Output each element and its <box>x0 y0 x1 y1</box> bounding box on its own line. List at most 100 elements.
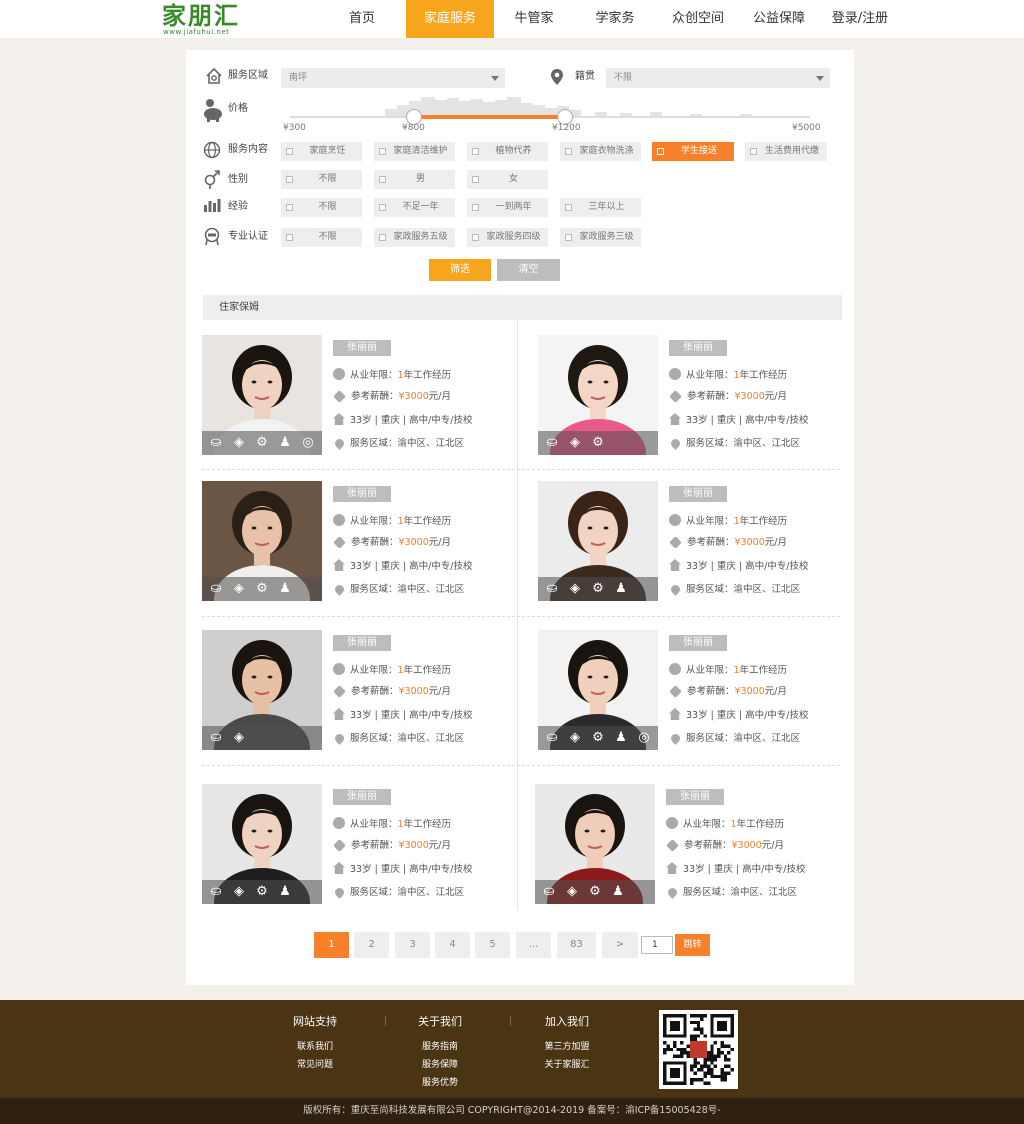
origin-select[interactable]: 不限 <box>606 68 830 88</box>
checkbox[interactable] <box>379 234 386 241</box>
page-5[interactable]: 5 <box>475 932 510 958</box>
page-1[interactable]: 1 <box>314 932 349 958</box>
caregiver-photo[interactable]: ⛀ ◈ ⚙ ♟ ◎ <box>202 335 322 455</box>
experience-option-under-1y[interactable]: 不足一年 <box>374 198 455 217</box>
caregiver-name[interactable]: 张丽丽 <box>333 789 391 805</box>
checkbox[interactable] <box>565 234 572 241</box>
experience-option-1-2y[interactable]: 一到两年 <box>467 198 548 217</box>
caregiver-card[interactable]: ⛀ ◈ ⚙ ♟ 张丽丽 从业年限：1年工作经历 参考薪酬：¥3000元/月 33岁 |… <box>538 481 858 603</box>
checkbox[interactable] <box>286 204 293 211</box>
content-option-cooking[interactable]: 家庭烹饪 <box>281 142 362 161</box>
cert-option-level-4[interactable]: 家政服务四级 <box>467 228 548 247</box>
cert-option-level-5[interactable]: 家政服务五级 <box>374 228 455 247</box>
price-range-slider[interactable] <box>290 95 810 135</box>
checkbox[interactable] <box>750 148 757 155</box>
caregiver-name[interactable]: 张丽丽 <box>333 340 391 356</box>
footer-link-guide[interactable]: 服务指南 <box>410 1038 470 1056</box>
experience-info: 从业年限：1年工作经历 <box>333 514 451 529</box>
content-option-bill-payment[interactable]: 生活费用代缴 <box>745 142 827 161</box>
nav-coworking[interactable]: 众创空间 <box>656 0 740 38</box>
checkbox[interactable] <box>286 234 293 241</box>
caregiver-name[interactable]: 张丽丽 <box>333 486 391 502</box>
content-option-school-pickup[interactable]: 学生接送 <box>652 142 734 161</box>
content-option-plants[interactable]: 植物代养 <box>467 142 548 161</box>
checkbox[interactable] <box>472 148 479 155</box>
caregiver-photo[interactable]: ⛀ ◈ <box>202 630 322 750</box>
info-value: 渝中区、江北区 <box>733 438 801 449</box>
caregiver-photo[interactable]: ⛀ ◈ ⚙ ♟ <box>202 481 322 601</box>
caregiver-name[interactable]: 张丽丽 <box>669 486 727 502</box>
footer-link-advantages[interactable]: 服务优势 <box>410 1074 470 1092</box>
info-label: 参考薪酬： <box>351 686 399 697</box>
footer-link-franchise[interactable]: 第三方加盟 <box>532 1038 602 1056</box>
nav-learn-housework[interactable]: 学家务 <box>576 0 654 38</box>
filter-button[interactable]: 筛选 <box>429 259 491 281</box>
checkbox[interactable] <box>472 234 479 241</box>
cleaning-bucket-icon: ⛀ <box>210 435 222 450</box>
page-3[interactable]: 3 <box>395 932 430 958</box>
page-number-input[interactable]: 1 <box>641 936 673 954</box>
caregiver-card[interactable]: ⛀ ◈ 张丽丽 从业年限：1年工作经历 参考薪酬：¥3000元/月 33岁 | 重… <box>202 630 522 752</box>
experience-info: 从业年限：1年工作经历 <box>333 663 451 678</box>
price-tick-low: ¥800 <box>402 123 425 133</box>
footer-link-about-site[interactable]: 关于家服汇 <box>532 1056 602 1074</box>
footer-divider <box>385 1016 386 1026</box>
checkbox[interactable] <box>565 148 572 155</box>
caregiver-photo[interactable]: ⛀ ◈ ⚙ ♟ ◎ <box>538 630 658 750</box>
footer-link-guarantee[interactable]: 服务保障 <box>410 1056 470 1074</box>
gender-option-female[interactable]: 女 <box>467 170 548 189</box>
nav-welfare[interactable]: 公益保障 <box>742 0 816 38</box>
page-83[interactable]: 83 <box>557 932 596 958</box>
checkbox[interactable] <box>565 204 572 211</box>
experience-info: 从业年限：1年工作经历 <box>333 368 451 383</box>
next-page-button[interactable]: > <box>602 932 638 958</box>
checkbox[interactable] <box>379 176 386 183</box>
caregiver-card[interactable]: ⛀ ◈ ⚙ ♟ ◎ 张丽丽 从业年限：1年工作经历 参考薪酬：¥3000元/月 33岁 … <box>538 630 858 752</box>
checkbox[interactable] <box>472 176 479 183</box>
caregiver-name[interactable]: 张丽丽 <box>669 635 727 651</box>
page-4[interactable]: 4 <box>435 932 470 958</box>
experience-label: 经验 <box>228 201 248 212</box>
info-value: 33岁 | 重庆 | 高中/中专/技校 <box>686 710 809 721</box>
caregiver-photo[interactable]: ⛀ ◈ ⚙ ♟ <box>538 481 658 601</box>
caregiver-photo[interactable]: ⛀ ◈ ⚙ ♟ <box>202 784 322 904</box>
footer: 网站支持 联系我们 常见问题 关于我们 服务指南 服务保障 服务优势 加入我们 … <box>0 1000 1024 1098</box>
nav-login-register[interactable]: 登录/注册 <box>822 0 898 38</box>
clear-button[interactable]: 清空 <box>497 259 560 281</box>
nav-home-service[interactable]: 家庭服务 <box>406 0 494 38</box>
content-option-laundry[interactable]: 家庭衣物洗涤 <box>560 142 641 161</box>
checkbox[interactable] <box>286 176 293 183</box>
caregiver-card[interactable]: ⛀ ◈ ⚙ ♟ 张丽丽 从业年限：1年工作经历 参考薪酬：¥3000元/月 33岁 |… <box>535 784 855 906</box>
nav-home[interactable]: 首页 <box>322 0 402 38</box>
content-option-cleaning[interactable]: 家庭清洁维护 <box>374 142 455 161</box>
checkbox[interactable] <box>286 148 293 155</box>
experience-option-3y-plus[interactable]: 三年以上 <box>560 198 641 217</box>
gender-option-male[interactable]: 男 <box>374 170 455 189</box>
caregiver-photo[interactable]: ⛀ ◈ ⚙ ♟ <box>535 784 655 904</box>
checkbox[interactable] <box>379 204 386 211</box>
caregiver-name[interactable]: 张丽丽 <box>669 340 727 356</box>
caregiver-card[interactable]: ⛀ ◈ ⚙ ♟ ◎ 张丽丽 从业年限：1年工作经历 参考薪酬：¥3000元/月 33岁 … <box>202 335 522 457</box>
caregiver-card[interactable]: ⛀ ◈ ⚙ ♟ 张丽丽 从业年限：1年工作经历 参考薪酬：¥3000元/月 33岁 |… <box>202 784 522 906</box>
experience-option-any[interactable]: 不限 <box>281 198 362 217</box>
footer-link-contact[interactable]: 联系我们 <box>285 1038 345 1056</box>
checkbox[interactable] <box>472 204 479 211</box>
caregiver-card[interactable]: ⛀ ◈ ⚙ ♟ 张丽丽 从业年限：1年工作经历 参考薪酬：¥3000元/月 33岁 |… <box>202 481 522 603</box>
gender-option-any[interactable]: 不限 <box>281 170 362 189</box>
caregiver-name[interactable]: 张丽丽 <box>333 635 391 651</box>
footer-link-faq[interactable]: 常见问题 <box>285 1056 345 1074</box>
checkbox-checked[interactable] <box>657 148 664 155</box>
go-to-page-button[interactable]: 跳转 <box>675 934 710 956</box>
nav-butler[interactable]: 牛管家 <box>496 0 572 38</box>
cleaning-bucket-icon: ⛀ <box>543 884 555 899</box>
site-logo[interactable]: 家朋汇 www.jiafuhui.net <box>162 3 262 37</box>
caregiver-photo[interactable]: ⛀ ◈ ⚙ <box>538 335 658 455</box>
caregiver-card[interactable]: ⛀ ◈ ⚙ 张丽丽 从业年限：1年工作经历 参考薪酬：¥3000元/月 33岁 | … <box>538 335 858 457</box>
area-select[interactable]: 南坪 <box>281 68 505 88</box>
checkbox[interactable] <box>379 148 386 155</box>
caregiver-name[interactable]: 张丽丽 <box>666 789 724 805</box>
location-pin-icon <box>333 886 346 899</box>
page-2[interactable]: 2 <box>354 932 389 958</box>
cert-option-level-3[interactable]: 家政服务三级 <box>560 228 641 247</box>
cert-option-any[interactable]: 不限 <box>281 228 362 247</box>
